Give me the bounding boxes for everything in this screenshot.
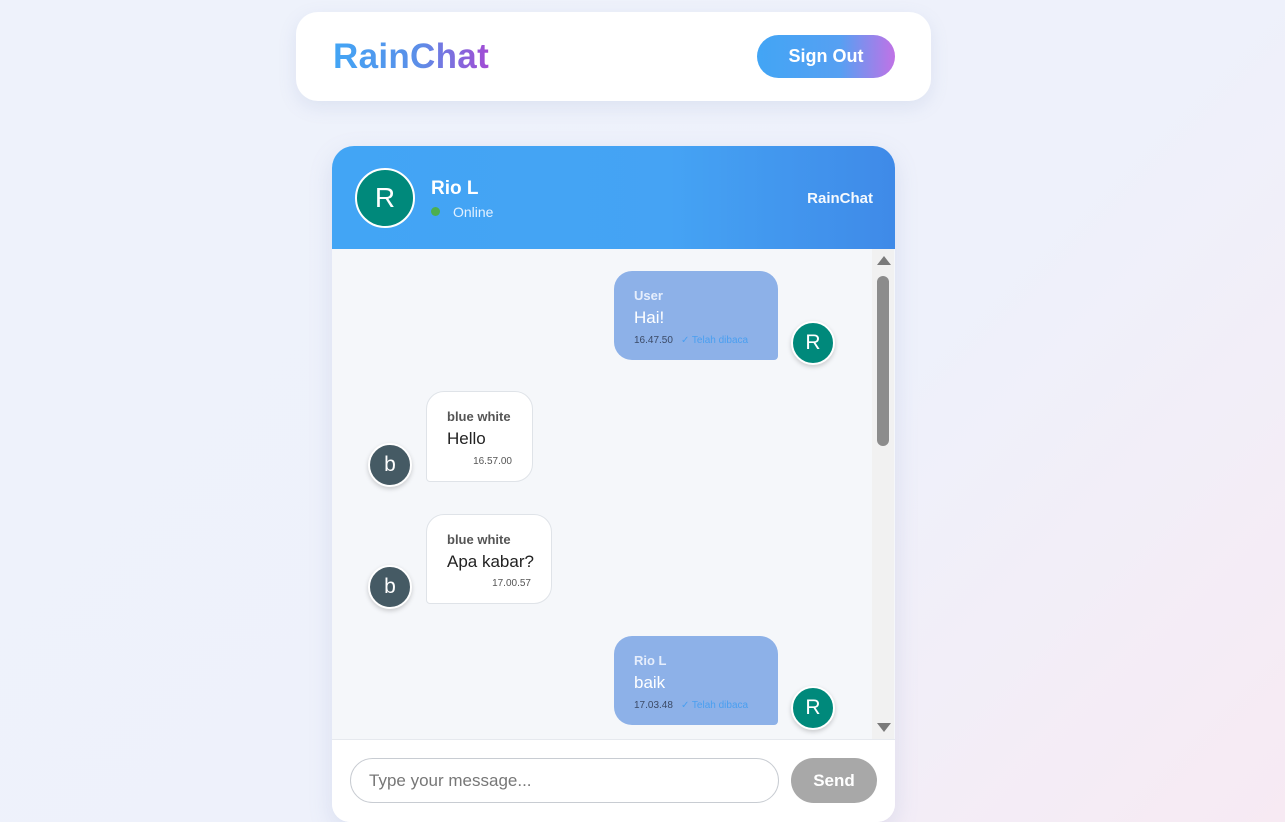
contact-avatar: R bbox=[355, 168, 415, 228]
chat-header: R Rio L Online RainChat bbox=[332, 146, 895, 249]
contact-status: Online bbox=[453, 204, 494, 220]
message-avatar: R bbox=[791, 686, 835, 730]
message-sender: blue white bbox=[447, 409, 511, 424]
scrollbar-thumb[interactable] bbox=[877, 276, 889, 446]
message-time: 17.00.57 bbox=[492, 578, 531, 589]
message-sender: blue white bbox=[447, 532, 511, 547]
send-button[interactable]: Send bbox=[791, 758, 877, 803]
read-receipt: ✓ Telah dibaca bbox=[680, 700, 749, 711]
message-bubble-outgoing: Rio L baik 17.03.48 ✓ Telah dibaca bbox=[614, 636, 778, 725]
message-avatar: b bbox=[368, 443, 412, 487]
top-navbar: RainChat Sign Out bbox=[296, 12, 931, 101]
message-composer: Send bbox=[332, 739, 895, 822]
scroll-down-arrow-icon[interactable] bbox=[877, 723, 891, 732]
read-receipt: ✓ Telah dibaca bbox=[680, 335, 749, 346]
message-bubble-incoming: blue white Hello 16.57.00 bbox=[426, 391, 533, 482]
message-time: 17.03.48 bbox=[634, 700, 673, 711]
message-meta: 17.03.48 ✓ Telah dibaca bbox=[634, 700, 748, 711]
message-avatar: b bbox=[368, 565, 412, 609]
message-time: 16.57.00 bbox=[473, 456, 512, 467]
header-brand: RainChat bbox=[807, 190, 873, 207]
scroll-up-arrow-icon[interactable] bbox=[877, 256, 891, 265]
message-bubble-outgoing: User Hai! 16.47.50 ✓ Telah dibaca bbox=[614, 271, 778, 360]
app-brand-logo: RainChat bbox=[333, 37, 490, 76]
chat-window: R Rio L Online RainChat User Hai! 16.47.… bbox=[332, 146, 895, 822]
message-text: baik bbox=[634, 673, 666, 692]
message-text: Apa kabar? bbox=[447, 552, 534, 571]
message-meta: 16.47.50 ✓ Telah dibaca bbox=[634, 335, 748, 346]
message-text: Hello bbox=[447, 429, 486, 448]
online-dot-icon bbox=[431, 207, 440, 216]
message-list[interactable]: User Hai! 16.47.50 ✓ Telah dibaca R b blu… bbox=[332, 249, 895, 739]
message-input[interactable] bbox=[350, 758, 779, 803]
message-sender: User bbox=[634, 288, 663, 303]
message-bubble-incoming: blue white Apa kabar? 17.00.57 bbox=[426, 514, 552, 604]
message-time: 16.47.50 bbox=[634, 335, 673, 346]
message-avatar: R bbox=[791, 321, 835, 365]
message-scrollbar[interactable] bbox=[872, 249, 894, 739]
message-text: Hai! bbox=[634, 308, 665, 327]
sign-out-button[interactable]: Sign Out bbox=[757, 35, 895, 78]
contact-name: Rio L bbox=[431, 178, 479, 199]
message-sender: Rio L bbox=[634, 653, 667, 668]
